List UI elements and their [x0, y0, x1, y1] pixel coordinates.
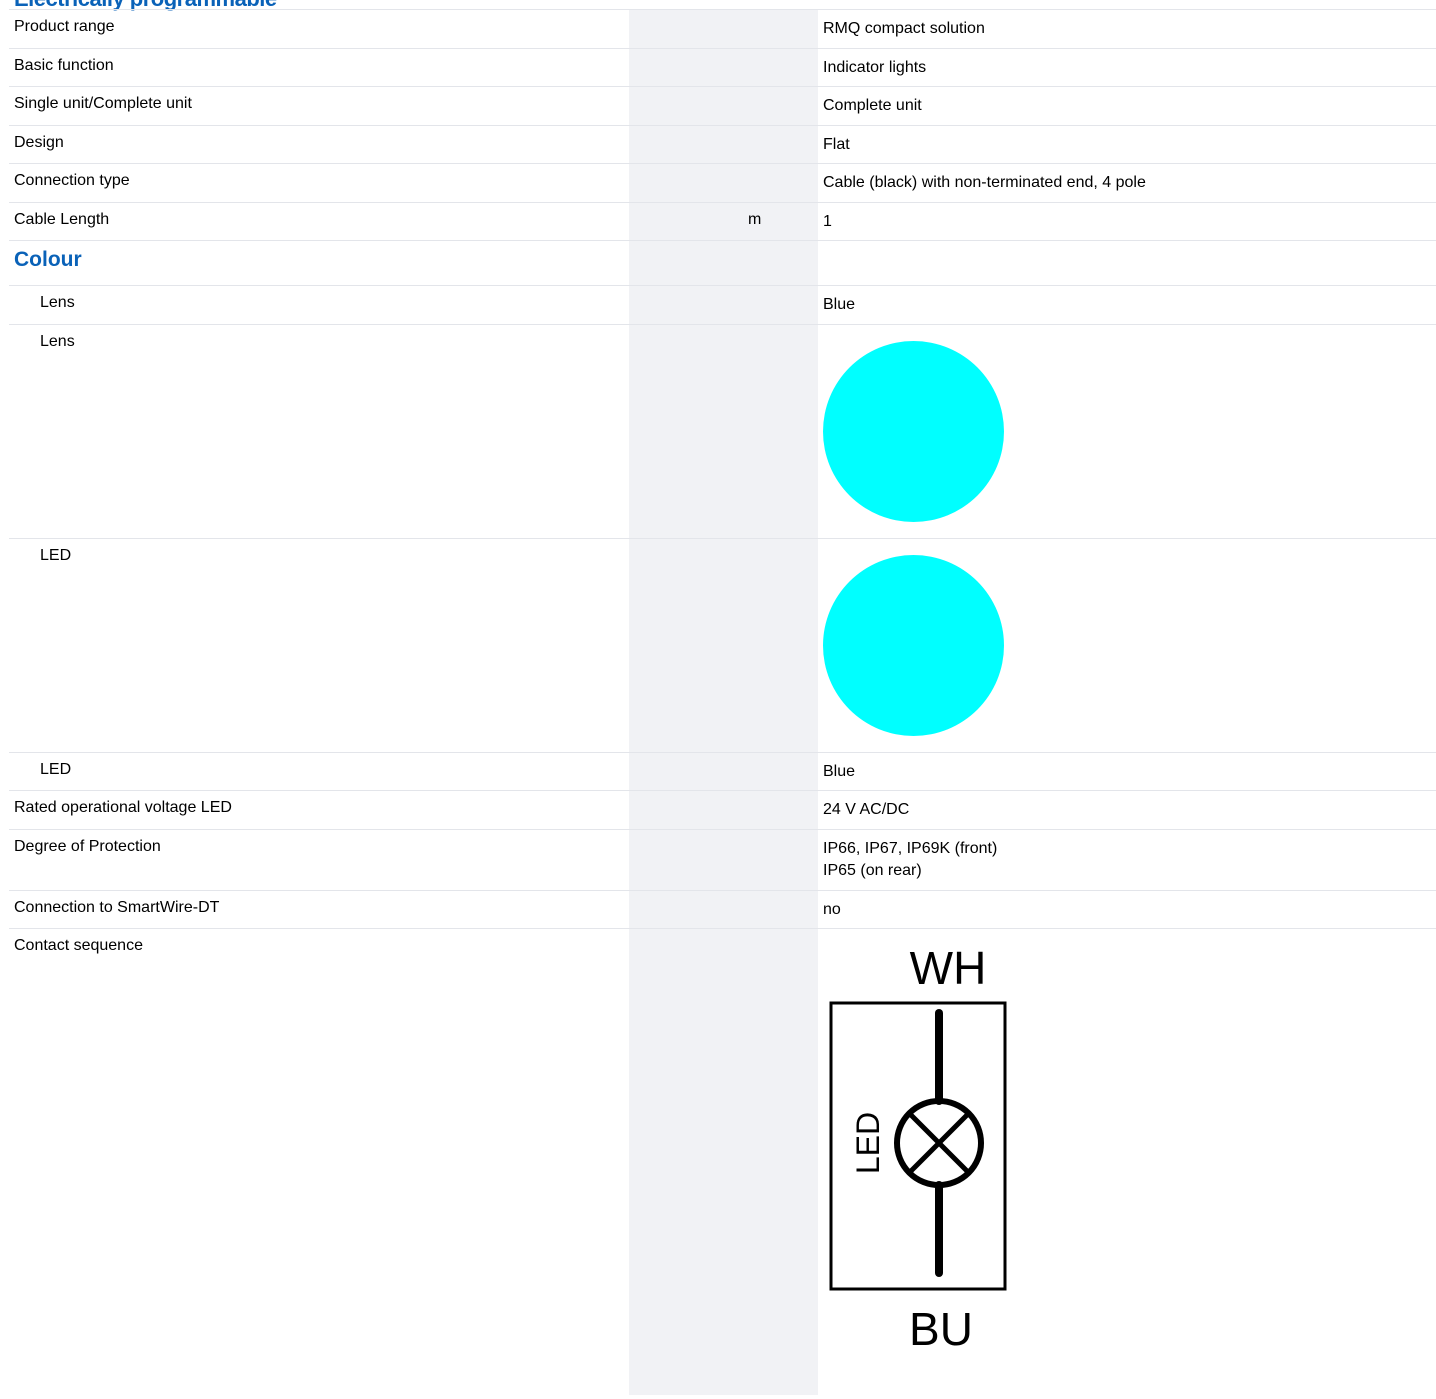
table-row: Lens Blue	[9, 286, 1436, 325]
table-row: Cable Length m 1	[9, 203, 1436, 241]
row-value: Indicator lights	[823, 58, 927, 76]
row-value: Blue	[823, 762, 856, 780]
row-value: no	[823, 900, 841, 918]
row-label: Basic function	[14, 56, 114, 74]
diagram-side-label: LED	[850, 1112, 886, 1174]
row-value: Flat	[823, 135, 850, 153]
table-row: Degree of Protection IP66, IP67, IP69K (…	[9, 830, 1436, 891]
value-line: IP65 (on rear)	[823, 861, 922, 879]
row-label: Lens	[40, 294, 75, 311]
row-label: Degree of Protection	[14, 837, 161, 855]
section-header-colour: Colour	[9, 241, 1436, 286]
row-value: 1	[823, 212, 832, 230]
table-row: Rated operational voltage LED 24 V AC/DC	[9, 791, 1436, 830]
row-label: Connection to SmartWire-DT	[14, 898, 220, 916]
spec-table: Product range RMQ compact solution Basic…	[9, 9, 1436, 1399]
row-value: Complete unit	[823, 97, 922, 114]
contact-sequence-diagram: WH LED BU	[829, 942, 1007, 1355]
value-line: IP66, IP67, IP69K (front)	[823, 839, 998, 857]
row-label: Contact sequence	[14, 937, 143, 954]
row-label: Single unit/Complete unit	[14, 95, 192, 112]
row-label: LED	[40, 546, 72, 564]
diagram-bottom-label: BU	[909, 1303, 973, 1355]
lens-colour-swatch	[823, 340, 1004, 522]
row-label: Cable Length	[14, 210, 110, 228]
table-row: Connection type Cable (black) with non-t…	[9, 164, 1436, 203]
section-title: Colour	[14, 248, 82, 271]
row-label: Connection type	[14, 172, 130, 189]
table-row: Basic function Indicator lights	[9, 49, 1436, 87]
table-row: Design Flat	[9, 126, 1436, 164]
led-colour-swatch	[823, 554, 1004, 736]
row-value: Blue	[823, 296, 856, 313]
table-row: Product range RMQ compact solution	[9, 10, 1436, 49]
row-label: LED	[40, 760, 72, 778]
row-label: Design	[14, 133, 64, 151]
diagram-top-label: WH	[910, 942, 987, 994]
table-row: LED Blue	[9, 753, 1436, 791]
row-value: Cable (black) with non-terminated end, 4…	[823, 174, 1146, 191]
row-value: IP66, IP67, IP69K (front) IP65 (on rear)	[823, 838, 997, 882]
row-label: Lens	[40, 332, 75, 350]
table-row: LED	[9, 539, 1436, 753]
table-row: Contact sequence WH LED BU	[9, 929, 1436, 1399]
row-label: Product range	[14, 18, 115, 35]
table-row: Single unit/Complete unit Complete unit	[9, 87, 1436, 126]
table-row: Lens	[9, 325, 1436, 539]
row-value: 24 V AC/DC	[823, 801, 910, 818]
row-value: RMQ compact solution	[823, 20, 985, 37]
table-row: Connection to SmartWire-DT no	[9, 891, 1436, 929]
row-label: Rated operational voltage LED	[14, 799, 232, 816]
row-unit: m	[748, 210, 762, 228]
